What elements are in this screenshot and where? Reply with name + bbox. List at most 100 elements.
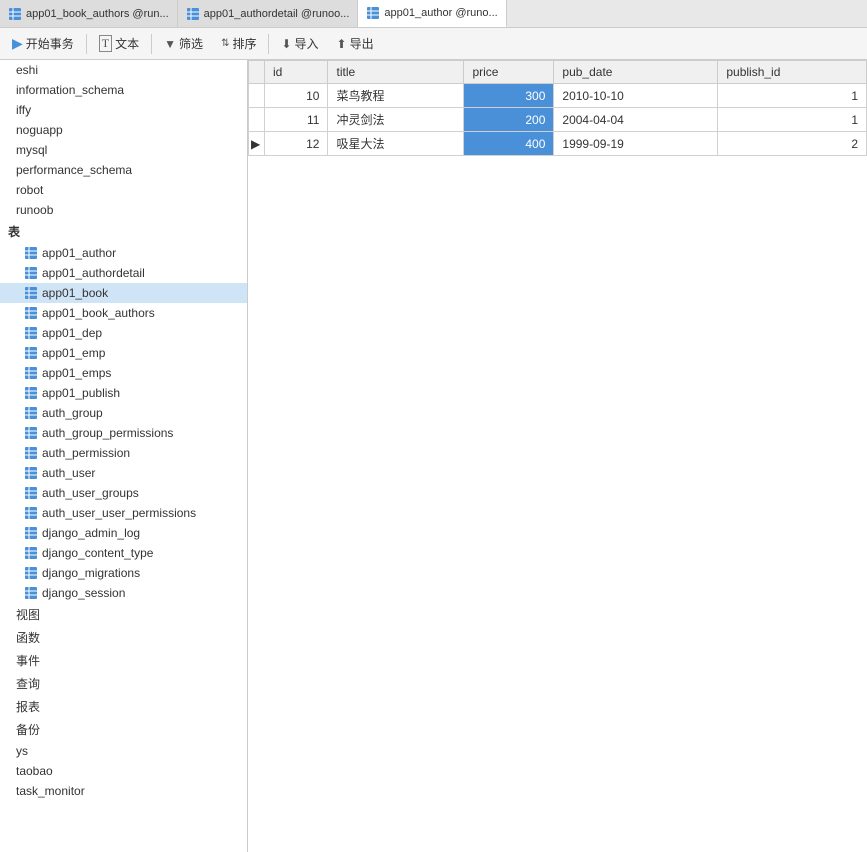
row-publishid-2[interactable]: 1 <box>718 108 867 132</box>
table-row[interactable]: ▶ 12 吸星大法 400 1999-09-19 2 <box>249 132 867 156</box>
sidebar-item-django-migrations[interactable]: django_migrations <box>0 563 247 583</box>
sidebar-item-app01-book[interactable]: app01_book <box>0 283 247 303</box>
col-header-title[interactable]: title <box>328 61 464 84</box>
tab-book-authors[interactable]: app01_book_authors @run... <box>0 0 178 27</box>
mysql-label: mysql <box>16 143 47 157</box>
django-session-label: django_session <box>42 586 125 600</box>
export-label: 导出 <box>350 35 374 52</box>
sidebar-item-views[interactable]: 视图 <box>0 603 247 626</box>
row-title-1[interactable]: 菜鸟教程 <box>328 84 464 108</box>
sidebar-item-auth-user-user-permissions[interactable]: auth_user_user_permissions <box>0 503 247 523</box>
sidebar-item-django-content-type[interactable]: django_content_type <box>0 543 247 563</box>
sidebar-item-app01-dep[interactable]: app01_dep <box>0 323 247 343</box>
django-admin-log-label: django_admin_log <box>42 526 140 540</box>
sidebar-item-app01-emps[interactable]: app01_emps <box>0 363 247 383</box>
sidebar-item-task-monitor[interactable]: task_monitor <box>0 781 247 801</box>
sidebar-item-backup[interactable]: 备份 <box>0 718 247 741</box>
row-id-3[interactable]: 12 <box>265 132 328 156</box>
sidebar-item-runoob[interactable]: runoob <box>0 200 247 220</box>
table-icon-app01-author <box>24 246 38 260</box>
export-button[interactable]: ⬆ 导出 <box>329 31 382 56</box>
sidebar-item-performance-schema[interactable]: performance_schema <box>0 160 247 180</box>
sidebar-item-app01-authordetail[interactable]: app01_authordetail <box>0 263 247 283</box>
sidebar-item-auth-user[interactable]: auth_user <box>0 463 247 483</box>
row-publishid-3[interactable]: 2 <box>718 132 867 156</box>
sidebar-item-queries[interactable]: 查询 <box>0 672 247 695</box>
table-row[interactable]: 10 菜鸟教程 300 2010-10-10 1 <box>249 84 867 108</box>
row-id-1[interactable]: 10 <box>265 84 328 108</box>
row-pubdate-3[interactable]: 1999-09-19 <box>554 132 718 156</box>
import-button[interactable]: ⬇ 导入 <box>273 31 326 56</box>
row-price-3[interactable]: 400 <box>464 132 554 156</box>
sidebar-item-iffy[interactable]: iffy <box>0 100 247 120</box>
sidebar: eshi information_schema iffy noguapp mys… <box>0 60 248 852</box>
row-title-2[interactable]: 冲灵剑法 <box>328 108 464 132</box>
row-publishid-1[interactable]: 1 <box>718 84 867 108</box>
table-icon-auth-user-user-permissions <box>24 506 38 520</box>
sidebar-item-information-schema[interactable]: information_schema <box>0 80 247 100</box>
begin-transaction-button[interactable]: ▶ 开始事务 <box>4 31 82 56</box>
sidebar-item-ys[interactable]: ys <box>0 741 247 761</box>
sidebar-item-mysql[interactable]: mysql <box>0 140 247 160</box>
sidebar-item-app01-publish[interactable]: app01_publish <box>0 383 247 403</box>
row-title-3[interactable]: 吸星大法 <box>328 132 464 156</box>
tab-author[interactable]: app01_author @runo... <box>358 0 506 27</box>
text-label: 文本 <box>115 35 139 52</box>
sidebar-item-noguapp[interactable]: noguapp <box>0 120 247 140</box>
auth-user-label: auth_user <box>42 466 95 480</box>
sep2 <box>151 34 152 54</box>
sidebar-item-app01-author[interactable]: app01_author <box>0 243 247 263</box>
tab-authordetail[interactable]: app01_authordetail @runoo... <box>178 0 359 27</box>
col-header-indicator <box>249 61 265 84</box>
auth-group-label: auth_group <box>42 406 103 420</box>
sidebar-item-app01-emp[interactable]: app01_emp <box>0 343 247 363</box>
begin-transaction-label: 开始事务 <box>26 35 74 52</box>
queries-label: 查询 <box>16 675 40 692</box>
sidebar-item-auth-permission[interactable]: auth_permission <box>0 443 247 463</box>
table-icon-auth-user-groups <box>24 486 38 500</box>
django-migrations-label: django_migrations <box>42 566 140 580</box>
row-pubdate-2[interactable]: 2004-04-04 <box>554 108 718 132</box>
information-schema-label: information_schema <box>16 83 124 97</box>
row-id-2[interactable]: 11 <box>265 108 328 132</box>
sidebar-item-django-session[interactable]: django_session <box>0 583 247 603</box>
sidebar-item-auth-group[interactable]: auth_group <box>0 403 247 423</box>
sidebar-item-events[interactable]: 事件 <box>0 649 247 672</box>
col-header-publish-id[interactable]: publish_id <box>718 61 867 84</box>
sidebar-item-functions[interactable]: 函数 <box>0 626 247 649</box>
export-icon: ⬆ <box>337 37 347 51</box>
col-header-price[interactable]: price <box>464 61 554 84</box>
sidebar-item-eshi[interactable]: eshi <box>0 60 247 80</box>
sidebar-item-taobao[interactable]: taobao <box>0 761 247 781</box>
main-layout: eshi information_schema iffy noguapp mys… <box>0 60 867 852</box>
app01-publish-label: app01_publish <box>42 386 120 400</box>
sidebar-item-auth-group-permissions[interactable]: auth_group_permissions <box>0 423 247 443</box>
noguapp-label: noguapp <box>16 123 63 137</box>
django-content-type-label: django_content_type <box>42 546 153 560</box>
backup-label: 备份 <box>16 721 40 738</box>
sidebar-item-app01-book-authors[interactable]: app01_book_authors <box>0 303 247 323</box>
sidebar-item-django-admin-log[interactable]: django_admin_log <box>0 523 247 543</box>
sidebar-item-auth-user-groups[interactable]: auth_user_groups <box>0 483 247 503</box>
sidebar-item-robot[interactable]: robot <box>0 180 247 200</box>
row-price-2[interactable]: 200 <box>464 108 554 132</box>
row-price-1[interactable]: 300 <box>464 84 554 108</box>
table-icon-app01-emps <box>24 366 38 380</box>
toolbar: ▶ 开始事务 T 文本 ▼ 筛选 ⇅ 排序 ⬇ 导入 ⬆ 导出 <box>0 28 867 60</box>
text-button[interactable]: T 文本 <box>91 31 147 56</box>
sidebar-item-reports[interactable]: 报表 <box>0 695 247 718</box>
app01-author-label: app01_author <box>42 246 116 260</box>
table-row[interactable]: 11 冲灵剑法 200 2004-04-04 1 <box>249 108 867 132</box>
taobao-label: taobao <box>16 764 53 778</box>
app01-authordetail-label: app01_authordetail <box>42 266 145 280</box>
row-indicator-3: ▶ <box>249 132 265 156</box>
table-icon-auth-user <box>24 466 38 480</box>
col-header-id[interactable]: id <box>265 61 328 84</box>
filter-button[interactable]: ▼ 筛选 <box>156 31 211 56</box>
auth-permission-label: auth_permission <box>42 446 130 460</box>
sep1 <box>86 34 87 54</box>
sort-button[interactable]: ⇅ 排序 <box>213 31 264 56</box>
col-header-pub-date[interactable]: pub_date <box>554 61 718 84</box>
row-pubdate-1[interactable]: 2010-10-10 <box>554 84 718 108</box>
tab-book-authors-label: app01_book_authors @run... <box>26 8 169 20</box>
